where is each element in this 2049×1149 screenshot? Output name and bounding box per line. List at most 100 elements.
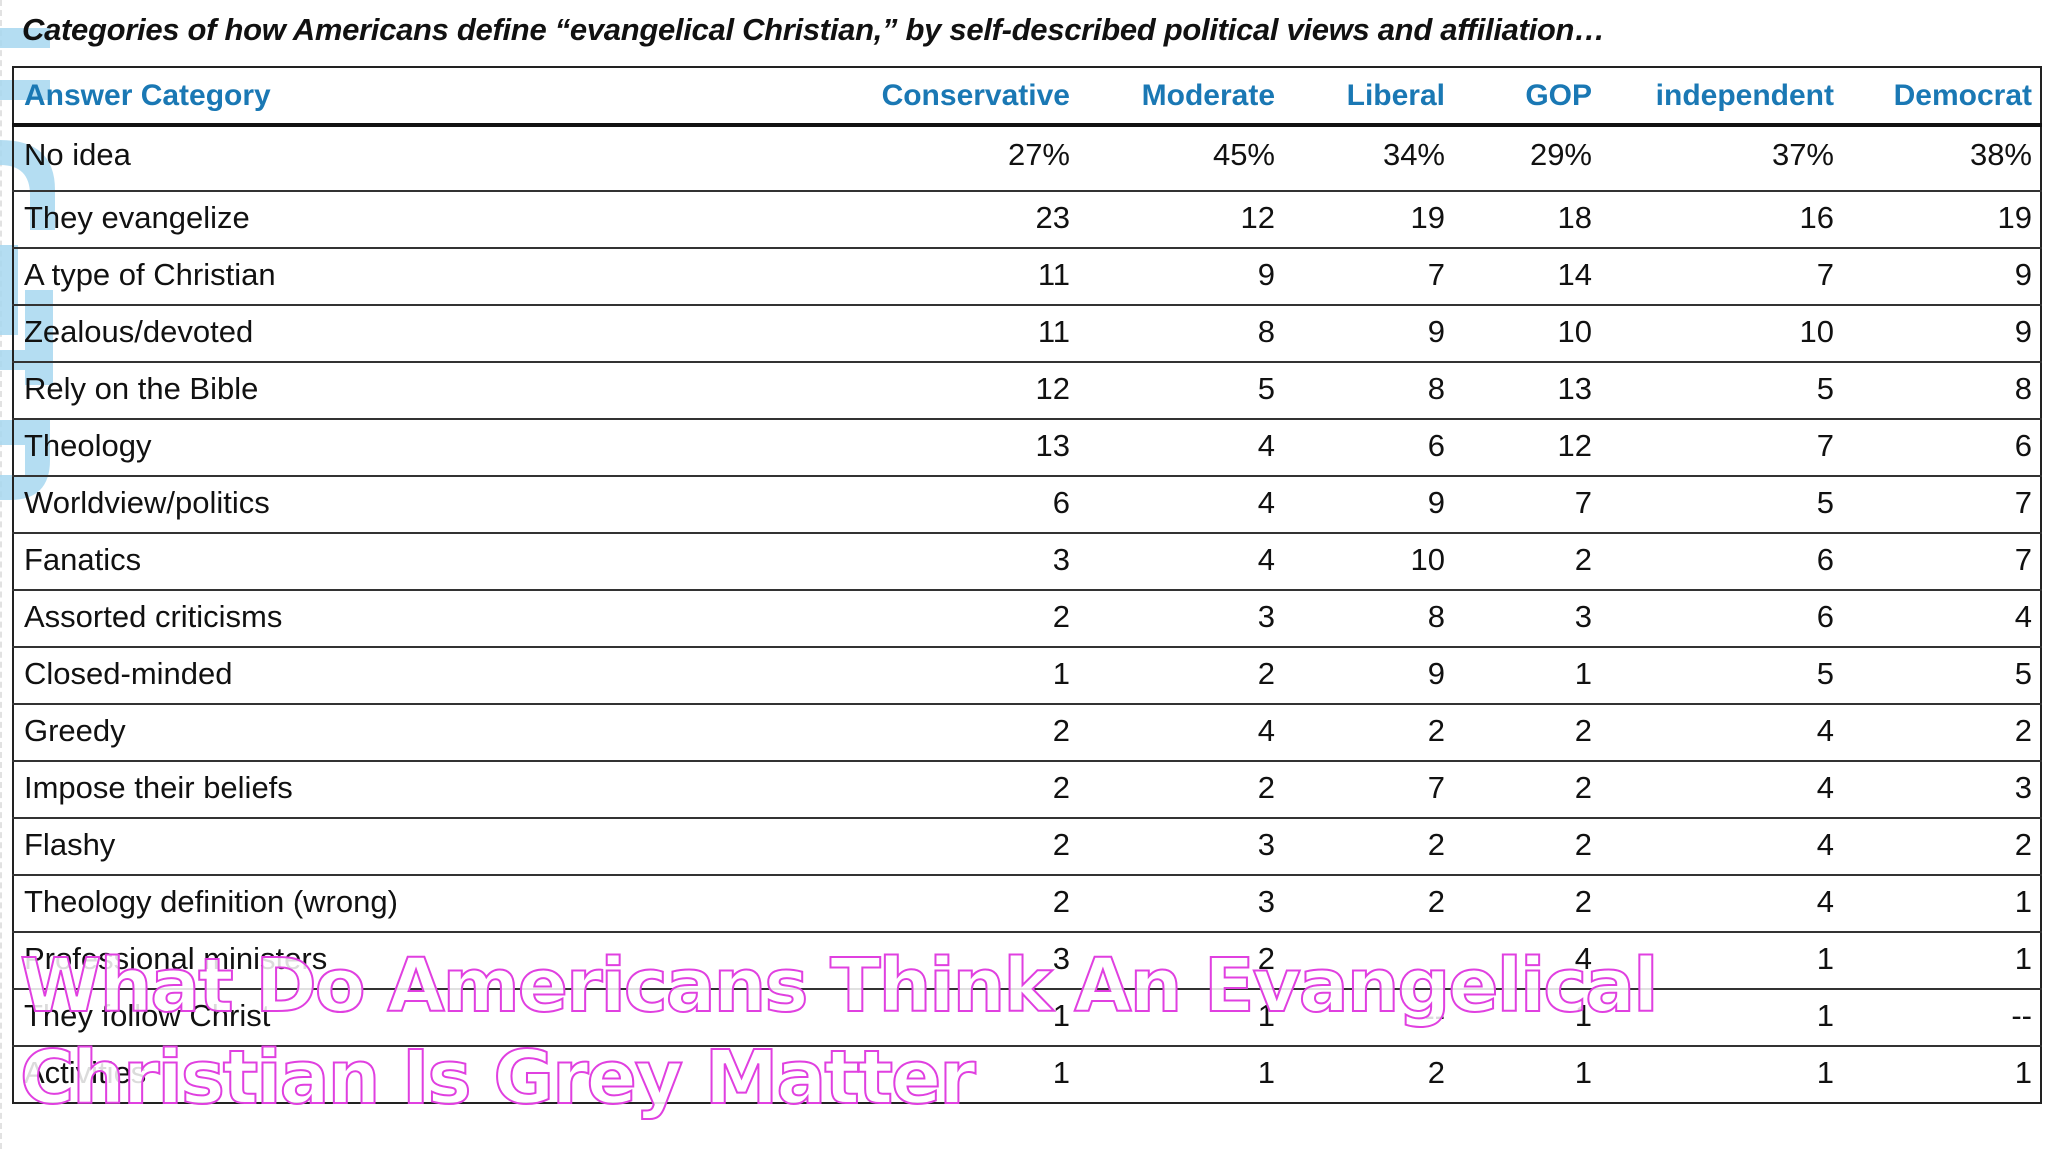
cell-moderate: 4	[1078, 532, 1283, 590]
cell-independent: 7	[1600, 418, 1842, 476]
row-label: A type of Christian	[13, 247, 868, 305]
cell-moderate: 4	[1078, 418, 1283, 476]
table-header-row: Answer Category Conservative Moderate Li…	[13, 67, 2041, 127]
cell-liberal: 10	[1283, 532, 1453, 590]
cell-gop: 2	[1453, 817, 1600, 875]
cell-democrat: 1	[1842, 874, 2041, 932]
table-row: Professional ministers 3 2 4 1 1	[13, 931, 2041, 989]
table-row: Worldview/politics 6 4 9 7 5 7	[13, 475, 2041, 533]
cell-democrat: 19	[1842, 190, 2041, 248]
column-header-liberal: Liberal	[1283, 67, 1453, 127]
cell-gop: 4	[1453, 931, 1600, 989]
cell-liberal: 7	[1283, 760, 1453, 818]
row-label: Flashy	[13, 817, 868, 875]
cell-democrat: 1	[1842, 1045, 2041, 1103]
cell-conservative: 12	[868, 361, 1078, 419]
column-header-gop: GOP	[1453, 67, 1600, 127]
cell-democrat: 6	[1842, 418, 2041, 476]
cell-moderate: 1	[1078, 988, 1283, 1046]
cell-conservative: 2	[868, 589, 1078, 647]
cell-independent: 4	[1600, 817, 1842, 875]
cell-independent: 5	[1600, 475, 1842, 533]
cell-gop: 7	[1453, 475, 1600, 533]
table-row: Closed-minded 1 2 9 1 5 5	[13, 646, 2041, 704]
row-label: Zealous/devoted	[13, 304, 868, 362]
cell-independent: 5	[1600, 361, 1842, 419]
cell-conservative: 3	[868, 532, 1078, 590]
table-row: Greedy 2 4 2 2 4 2	[13, 703, 2041, 761]
cell-moderate: 2	[1078, 931, 1283, 989]
cell-gop: 2	[1453, 532, 1600, 590]
cell-conservative: 11	[868, 247, 1078, 305]
row-label: Activities	[13, 1045, 868, 1103]
row-label: Worldview/politics	[13, 475, 868, 533]
cell-gop: 1	[1453, 988, 1600, 1046]
cell-conservative: 27%	[868, 124, 1078, 191]
row-label: Rely on the Bible	[13, 361, 868, 419]
table-row: Flashy 2 3 2 2 4 2	[13, 817, 2041, 875]
cell-democrat: 5	[1842, 646, 2041, 704]
table-row: Zealous/devoted 11 8 9 10 10 9	[13, 304, 2041, 362]
cell-liberal: 2	[1283, 1045, 1453, 1103]
table-row: Fanatics 3 4 10 2 6 7	[13, 532, 2041, 590]
cell-independent: 1	[1600, 931, 1842, 989]
cell-liberal: 19	[1283, 190, 1453, 248]
cell-gop: 29%	[1453, 124, 1600, 191]
cell-independent: 1	[1600, 1045, 1842, 1103]
cell-moderate: 3	[1078, 817, 1283, 875]
cell-conservative: 2	[868, 817, 1078, 875]
cell-gop: 10	[1453, 304, 1600, 362]
cell-democrat: 1	[1842, 931, 2041, 989]
cell-democrat: 2	[1842, 817, 2041, 875]
cell-democrat: 2	[1842, 703, 2041, 761]
cell-gop: 2	[1453, 874, 1600, 932]
cell-liberal: 8	[1283, 361, 1453, 419]
table-row: A type of Christian 11 9 7 14 7 9	[13, 247, 2041, 305]
cell-independent: 4	[1600, 874, 1842, 932]
cell-gop: 1	[1453, 646, 1600, 704]
table-row: Theology 13 4 6 12 7 6	[13, 418, 2041, 476]
cell-conservative: 2	[868, 874, 1078, 932]
cell-conservative: 1	[868, 1045, 1078, 1103]
cell-liberal: 9	[1283, 646, 1453, 704]
cell-conservative: 6	[868, 475, 1078, 533]
cell-gop: 2	[1453, 760, 1600, 818]
cell-conservative: 1	[868, 988, 1078, 1046]
cell-gop: 2	[1453, 703, 1600, 761]
row-label: Assorted criticisms	[13, 589, 868, 647]
cell-moderate: 2	[1078, 760, 1283, 818]
table-row: They follow Christ 1 1 -- 1 1 --	[13, 988, 2041, 1046]
cell-conservative: 2	[868, 760, 1078, 818]
row-label: Closed-minded	[13, 646, 868, 704]
cell-independent: 6	[1600, 589, 1842, 647]
cell-liberal: --	[1283, 988, 1453, 1046]
table-title: Categories of how Americans define “evan…	[22, 12, 1605, 47]
cell-democrat: 38%	[1842, 124, 2041, 191]
cell-democrat: 3	[1842, 760, 2041, 818]
row-label: Theology	[13, 418, 868, 476]
row-label: Greedy	[13, 703, 868, 761]
cell-independent: 1	[1600, 988, 1842, 1046]
cell-liberal: 2	[1283, 817, 1453, 875]
table-row: Rely on the Bible 12 5 8 13 5 8	[13, 361, 2041, 419]
cell-gop: 1	[1453, 1045, 1600, 1103]
cell-moderate: 45%	[1078, 124, 1283, 191]
cell-democrat: 9	[1842, 304, 2041, 362]
table-row: They evangelize 23 12 19 18 16 19	[13, 190, 2041, 248]
row-label: No idea	[13, 124, 868, 191]
cell-conservative: 2	[868, 703, 1078, 761]
cell-conservative: 11	[868, 304, 1078, 362]
cell-democrat: 8	[1842, 361, 2041, 419]
cell-moderate: 3	[1078, 874, 1283, 932]
cell-democrat: --	[1842, 988, 2041, 1046]
table-row: Impose their beliefs 2 2 7 2 4 3	[13, 760, 2041, 818]
cell-independent: 10	[1600, 304, 1842, 362]
cell-liberal: 8	[1283, 589, 1453, 647]
cell-moderate: 4	[1078, 475, 1283, 533]
cell-moderate: 5	[1078, 361, 1283, 419]
cell-moderate: 3	[1078, 589, 1283, 647]
cell-moderate: 4	[1078, 703, 1283, 761]
column-header-democrat: Democrat	[1842, 67, 2041, 127]
row-label: Theology definition (wrong)	[13, 874, 868, 932]
cell-liberal: 7	[1283, 247, 1453, 305]
